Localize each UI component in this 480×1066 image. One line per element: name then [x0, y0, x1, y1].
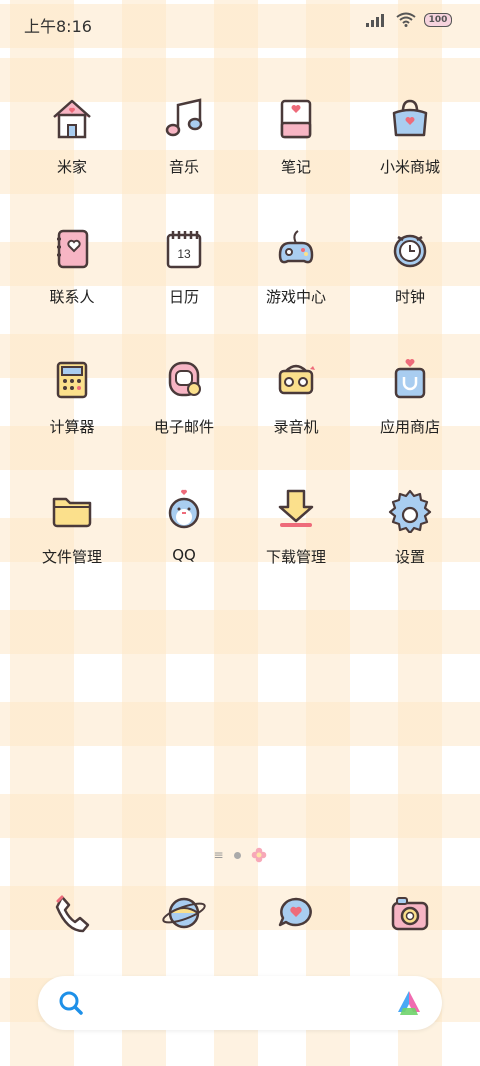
status-time: 上午8:16 [24, 17, 92, 36]
app-row: 米家 音乐 笔记 小米商城 [0, 92, 480, 192]
gear-icon [383, 482, 437, 536]
app-file-manager[interactable]: 文件管理 [12, 482, 132, 582]
dock [0, 886, 480, 950]
calculator-icon [45, 352, 99, 406]
status-icons: 100 [366, 12, 452, 27]
camera-icon [383, 886, 437, 940]
app-store[interactable]: 应用商店 [350, 352, 470, 452]
status-bar: 上午8:16 100 [0, 0, 480, 46]
app-label: 设置 [394, 548, 425, 566]
app-recorder[interactable]: 录音机 [236, 352, 356, 452]
app-row: 文件管理 QQ 下载管理 设置 [0, 482, 480, 582]
app-calculator[interactable]: 计算器 [12, 352, 132, 452]
penguin-icon [157, 482, 211, 536]
app-label: 米家 [56, 158, 87, 176]
app-clock[interactable]: 时钟 [350, 222, 470, 322]
battery-indicator: 100 [424, 12, 452, 27]
dock-messages[interactable] [236, 886, 356, 950]
app-label: 电子邮件 [153, 418, 214, 436]
app-contacts[interactable]: 联系人 [12, 222, 132, 322]
app-mi-store[interactable]: 小米商城 [350, 92, 470, 192]
app-label: 时钟 [394, 288, 425, 306]
dock-camera[interactable] [350, 886, 470, 950]
wifi-icon [396, 12, 416, 27]
home-icon [45, 92, 99, 146]
email-icon [157, 352, 211, 406]
phone-icon [45, 886, 99, 940]
app-mi-home[interactable]: 米家 [12, 92, 132, 192]
music-note-icon [157, 92, 211, 146]
assistant-icon[interactable] [394, 988, 424, 1018]
app-label: 笔记 [280, 158, 311, 176]
app-store-bag-icon [383, 352, 437, 406]
calendar-date: 13 [177, 247, 191, 261]
calendar-icon: 13 [157, 222, 211, 276]
shopping-bag-icon [383, 92, 437, 146]
download-icon [269, 482, 323, 536]
dock-phone[interactable] [12, 886, 132, 950]
app-label: 游戏中心 [265, 288, 326, 306]
page-dot[interactable] [233, 851, 241, 859]
search-icon[interactable] [58, 990, 84, 1016]
menu-lines-icon[interactable]: ≡ [213, 848, 223, 862]
app-label: 联系人 [49, 288, 95, 306]
app-label: 文件管理 [41, 548, 102, 566]
contacts-book-icon [45, 222, 99, 276]
browser-planet-icon [157, 886, 211, 940]
alarm-clock-icon [383, 222, 437, 276]
folder-icon [45, 482, 99, 536]
app-label: QQ [172, 546, 196, 564]
app-qq[interactable]: QQ [124, 482, 244, 582]
app-row: 联系人 13 日历 游戏中心 时钟 [0, 222, 480, 322]
app-label: 小米商城 [379, 158, 440, 176]
search-bar[interactable] [38, 976, 442, 1030]
app-label: 计算器 [49, 418, 95, 436]
app-calendar[interactable]: 13 日历 [124, 222, 244, 322]
recorder-icon [269, 352, 323, 406]
dock-browser[interactable] [124, 886, 244, 950]
app-label: 录音机 [273, 418, 319, 436]
app-row: 计算器 电子邮件 录音机 应用商店 [0, 352, 480, 452]
app-label: 下载管理 [265, 548, 326, 566]
app-notes[interactable]: 笔记 [236, 92, 356, 192]
app-email[interactable]: 电子邮件 [124, 352, 244, 452]
app-downloads[interactable]: 下载管理 [236, 482, 356, 582]
message-bubble-icon [269, 886, 323, 940]
page-indicator: ≡ [0, 846, 480, 864]
app-game-center[interactable]: 游戏中心 [236, 222, 356, 322]
flower-icon[interactable] [251, 847, 267, 863]
app-label: 应用商店 [379, 418, 440, 436]
signal-icon [366, 13, 384, 27]
app-label: 日历 [168, 288, 199, 306]
app-label: 音乐 [168, 158, 199, 176]
notebook-icon [269, 92, 323, 146]
app-music[interactable]: 音乐 [124, 92, 244, 192]
gamepad-icon [269, 222, 323, 276]
app-settings[interactable]: 设置 [350, 482, 470, 582]
